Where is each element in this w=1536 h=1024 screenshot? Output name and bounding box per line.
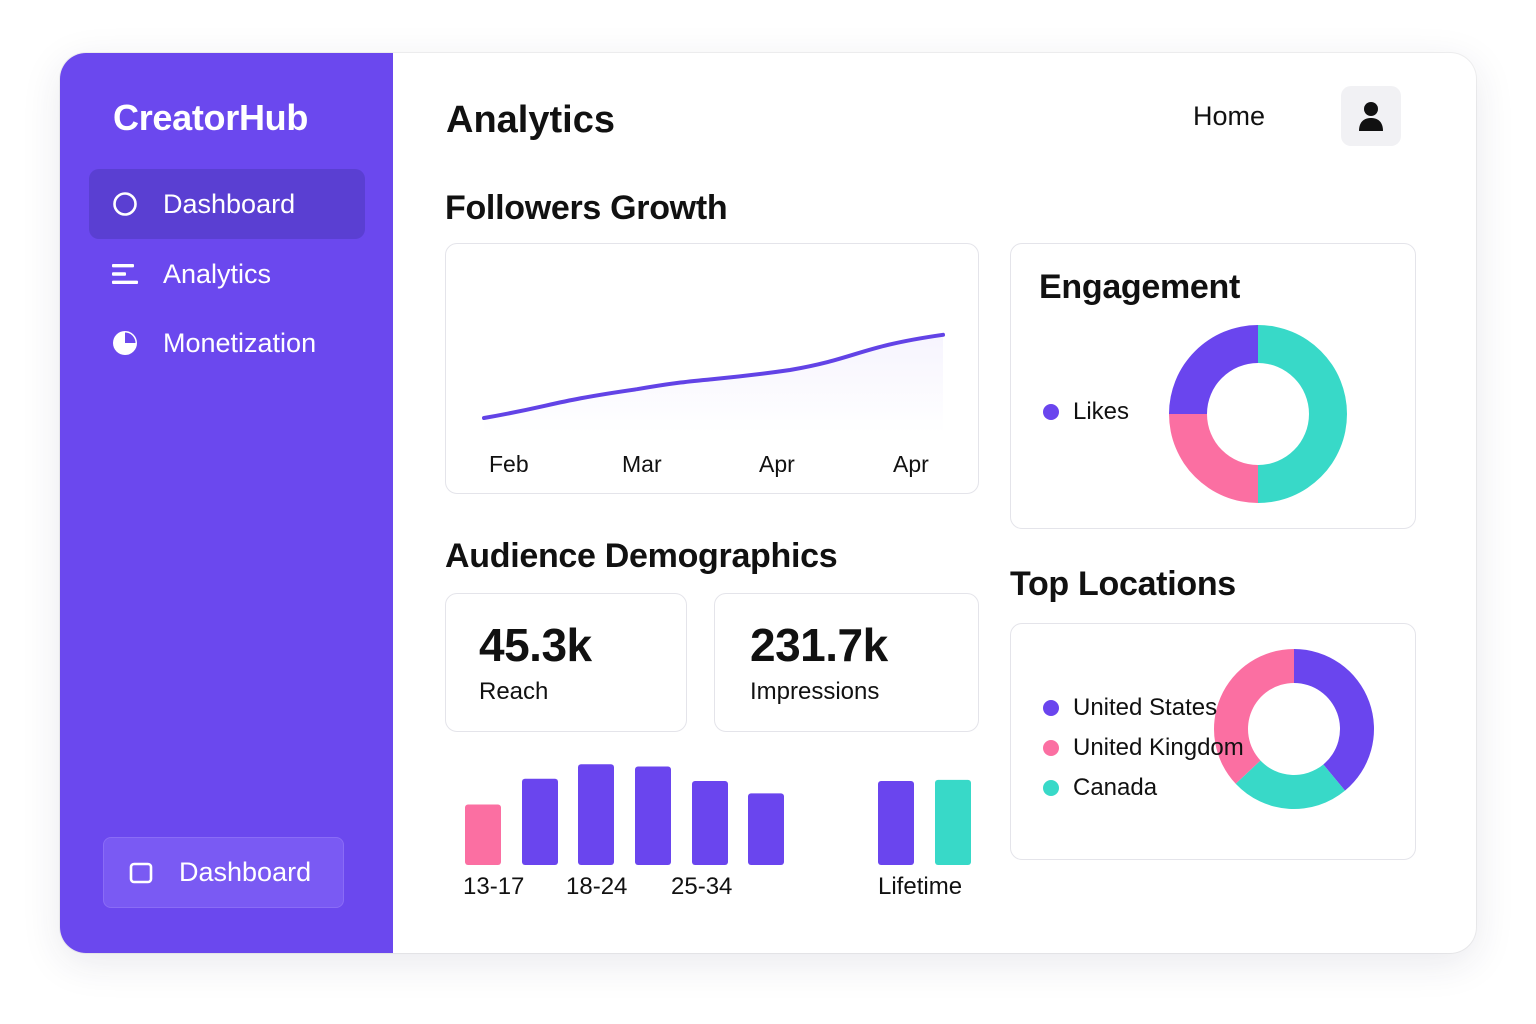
x-tick-label: Apr <box>893 451 929 477</box>
sidebar-item-dashboard[interactable]: Dashboard <box>89 169 365 239</box>
reach-label: Reach <box>479 678 549 705</box>
sidebar-item-label: Dashboard <box>163 188 296 219</box>
sidebar: CreatorHub Dashboard Analytics Monetizat… <box>60 53 393 953</box>
legend-item-united-states: United States <box>1043 694 1217 722</box>
reach-value: 45.3k <box>479 619 592 671</box>
top-locations-title: Top Locations <box>1010 565 1236 603</box>
sidebar-item-monetization[interactable]: Monetization <box>89 308 365 378</box>
sidebar-item-label: Analytics <box>163 258 272 289</box>
donut-slice <box>1169 325 1258 414</box>
main-content: Analytics Home Followers Growth Feb Mar … <box>393 53 1476 953</box>
reach-stat-card: 45.3k Reach <box>445 593 687 732</box>
donut-slice <box>1214 649 1294 784</box>
bars-icon <box>111 260 139 288</box>
bar <box>522 778 558 865</box>
sidebar-footer-dashboard-button[interactable]: Dashboard <box>103 837 344 908</box>
engagement-card: Engagement Likes <box>1010 243 1416 529</box>
legend-label: Canada <box>1073 774 1158 801</box>
user-icon <box>1357 100 1385 132</box>
bar <box>692 781 728 865</box>
followers-growth-title: Followers Growth <box>445 189 728 227</box>
legend-item-canada: Canada <box>1043 774 1157 802</box>
donut-slice <box>1169 414 1258 503</box>
age-bar-chart <box>465 764 971 865</box>
bar <box>578 764 614 865</box>
x-tick-label: Apr <box>759 451 795 477</box>
legend-item-united-kingdom: United Kingdom <box>1043 734 1244 762</box>
age-label: 18-24 <box>566 873 628 900</box>
x-tick-label: Feb <box>489 451 529 477</box>
impressions-stat-card: 231.7k Impressions <box>714 593 979 732</box>
x-tick-label: Mar <box>622 451 662 477</box>
bar <box>748 793 784 865</box>
audience-demographics-title: Audience Demographics <box>445 537 838 575</box>
followers-growth-card: Feb Mar Apr Apr <box>445 243 979 494</box>
legend-dot <box>1043 700 1059 716</box>
impressions-value: 231.7k <box>750 619 888 671</box>
pie-icon <box>111 329 139 357</box>
bar <box>878 781 914 865</box>
age-label: 13-17 <box>463 873 525 900</box>
bar <box>465 804 501 865</box>
sidebar-item-label: Monetization <box>163 327 317 358</box>
bar <box>635 766 671 865</box>
square-icon <box>129 860 155 886</box>
app-window: CreatorHub Dashboard Analytics Monetizat… <box>60 53 1476 953</box>
legend-dot <box>1043 780 1059 796</box>
legend-dot <box>1043 740 1059 756</box>
donut-slice <box>1294 649 1374 791</box>
engagement-donut-chart <box>1169 325 1347 503</box>
age-label: 25-34 <box>671 873 733 900</box>
lifetime-label: Lifetime <box>878 873 963 900</box>
page-title: Analytics <box>446 99 615 141</box>
impressions-label: Impressions <box>750 678 880 705</box>
sidebar-footer-label: Dashboard <box>179 857 312 887</box>
brand-logo: CreatorHub <box>113 97 309 138</box>
sidebar-item-analytics[interactable]: Analytics <box>89 239 365 309</box>
legend-label: United Kingdom <box>1073 734 1244 761</box>
bar <box>935 779 971 865</box>
avatar-button[interactable] <box>1341 86 1401 146</box>
top-locations-card: United States United Kingdom Canada <box>1010 623 1416 860</box>
donut-slice <box>1258 325 1347 503</box>
home-link[interactable]: Home <box>1193 101 1265 132</box>
legend-label: United States <box>1073 694 1218 721</box>
circle-icon <box>111 190 139 218</box>
